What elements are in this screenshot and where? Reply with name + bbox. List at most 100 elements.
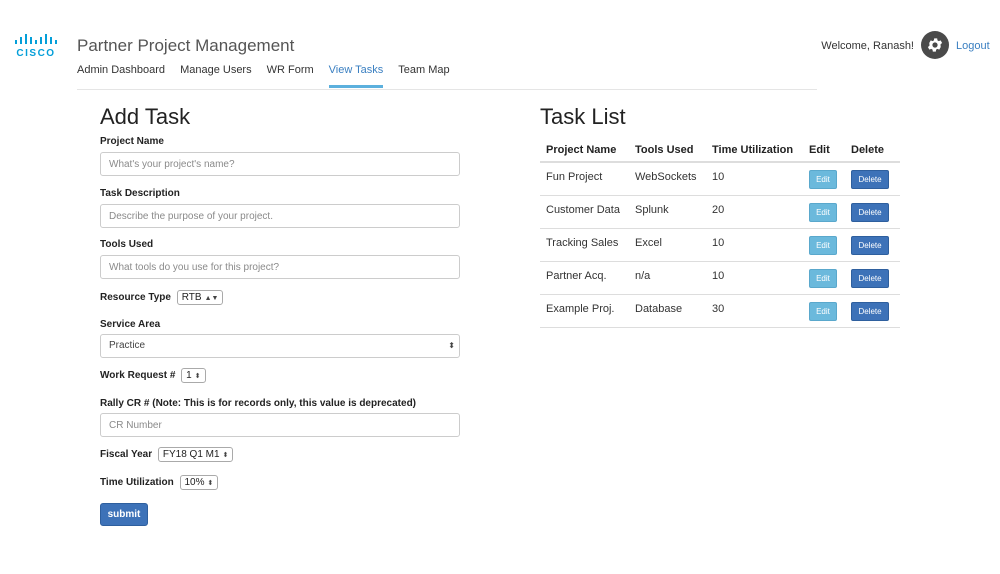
cell-project: Fun Project <box>540 162 629 196</box>
cisco-bars-icon <box>15 34 57 44</box>
col-delete: Delete <box>845 138 900 163</box>
cell-project: Customer Data <box>540 195 629 229</box>
select-arrows-icon: ⬍ <box>222 452 229 459</box>
cell-edit: Edit <box>803 261 845 295</box>
nav-view-tasks[interactable]: View Tasks <box>328 64 384 88</box>
cell-delete: Delete <box>845 228 900 262</box>
cell-delete: Delete <box>845 195 900 229</box>
fiscal-year-select[interactable]: FY18 Q1 M1 ⬍ <box>157 447 234 462</box>
task-list-title: Task List <box>540 104 626 129</box>
cell-tools: Excel <box>629 228 706 262</box>
time-utilization-row: Time Utilization 10% ⬍ <box>100 475 219 490</box>
resource-type-label: Resource Type <box>100 292 171 304</box>
col-edit: Edit <box>803 138 845 163</box>
tools-used-label: Tools Used <box>100 239 154 250</box>
col-project-name: Project Name <box>540 138 629 163</box>
cell-project: Example Proj. <box>540 294 629 328</box>
task-list-panel: Task List Project Name Tools Used Time U… <box>540 104 902 328</box>
cell-project: Partner Acq. <box>540 261 629 295</box>
select-arrows-icon: ⬍ <box>194 373 201 380</box>
settings-button[interactable] <box>921 31 949 59</box>
task-description-input[interactable] <box>100 204 460 228</box>
task-description-label: Task Description <box>100 188 180 199</box>
edit-button[interactable]: Edit <box>809 202 837 222</box>
work-request-row: Work Request # 1 ⬍ <box>100 368 206 383</box>
nav-manage-users[interactable]: Manage Users <box>180 64 252 88</box>
cell-edit: Edit <box>803 294 845 328</box>
cell-tools: Splunk <box>629 195 706 229</box>
cell-delete: Delete <box>845 162 900 196</box>
logout-link[interactable]: Logout <box>956 40 990 52</box>
time-utilization-value: 10% <box>184 477 205 488</box>
add-task-title: Add Task <box>100 104 191 129</box>
cell-edit: Edit <box>803 228 845 262</box>
cell-delete: Delete <box>845 294 900 328</box>
cell-edit: Edit <box>803 162 845 196</box>
cell-tools: n/a <box>629 261 706 295</box>
resource-type-select[interactable]: RTB ▲︎▼︎ <box>176 290 224 305</box>
cell-time: 10 <box>706 162 803 196</box>
tools-used-input[interactable] <box>100 255 460 279</box>
cell-time: 20 <box>706 195 803 229</box>
service-area-label: Service Area <box>100 319 161 330</box>
delete-button[interactable]: Delete <box>851 301 889 321</box>
welcome-message: Welcome, Ranash! <box>821 40 914 52</box>
cell-tools: WebSockets <box>629 162 706 196</box>
cell-time: 10 <box>706 261 803 295</box>
delete-button[interactable]: Delete <box>851 268 889 288</box>
col-tools-used: Tools Used <box>629 138 706 163</box>
service-area-select[interactable]: Practice ⬍ <box>100 334 460 358</box>
cell-tools: Database <box>629 294 706 328</box>
rally-cr-input[interactable] <box>100 413 460 437</box>
delete-button[interactable]: Delete <box>851 170 889 189</box>
cell-time: 30 <box>706 294 803 328</box>
resource-type-value: RTB <box>181 292 202 303</box>
work-request-value: 1 <box>186 370 192 381</box>
logo-text: CISCO <box>16 48 56 59</box>
delete-button[interactable]: Delete <box>851 202 889 222</box>
resource-type-row: Resource Type RTB ▲︎▼︎ <box>100 290 224 305</box>
table-row: Example Proj. Database 30 Edit Delete <box>540 294 900 328</box>
col-time-utilization: Time Utilization <box>706 138 803 163</box>
table-row: Fun Project WebSockets 10 Edit Delete <box>540 162 900 196</box>
edit-button[interactable]: Edit <box>809 301 837 321</box>
delete-button[interactable]: Delete <box>851 235 889 255</box>
app-header: CISCO Partner Project Management Admin D… <box>0 0 1000 92</box>
table-header-row: Project Name Tools Used Time Utilization… <box>540 138 900 163</box>
select-arrows-icon: ⬍ <box>207 480 214 487</box>
fiscal-year-value: FY18 Q1 M1 <box>162 449 220 460</box>
nav-team-map[interactable]: Team Map <box>398 64 449 88</box>
cell-project: Tracking Sales <box>540 228 629 262</box>
edit-button[interactable]: Edit <box>809 170 837 189</box>
time-utilization-select[interactable]: 10% ⬍ <box>179 475 219 490</box>
work-request-label: Work Request # <box>100 370 176 382</box>
cisco-logo[interactable]: CISCO <box>14 34 58 60</box>
project-name-input[interactable] <box>100 152 460 176</box>
select-arrows-icon: ⬍ <box>448 341 455 350</box>
fiscal-year-label: Fiscal Year <box>100 449 153 461</box>
cell-time: 10 <box>706 228 803 262</box>
select-arrows-icon: ▲︎▼︎ <box>204 295 219 302</box>
fiscal-year-row: Fiscal Year FY18 Q1 M1 ⬍ <box>100 447 234 462</box>
cell-edit: Edit <box>803 195 845 229</box>
add-task-form: Add Task Project Name Task Description T… <box>100 104 462 526</box>
nav-admin-dashboard[interactable]: Admin Dashboard <box>77 64 165 88</box>
table-row: Partner Acq. n/a 10 Edit Delete <box>540 261 900 295</box>
time-utilization-label: Time Utilization <box>100 477 174 489</box>
table-row: Customer Data Splunk 20 Edit Delete <box>540 195 900 229</box>
service-area-value: Practice <box>109 340 146 351</box>
app-title: Partner Project Management <box>77 36 295 55</box>
rally-cr-label: Rally CR # (Note: This is for records on… <box>100 398 417 409</box>
nav-wr-form[interactable]: WR Form <box>267 64 314 88</box>
gear-icon <box>927 38 943 52</box>
table-row: Tracking Sales Excel 10 Edit Delete <box>540 228 900 262</box>
cell-delete: Delete <box>845 261 900 295</box>
main-nav: Admin Dashboard Manage Users WR Form Vie… <box>77 64 465 90</box>
header-divider <box>77 89 817 90</box>
edit-button[interactable]: Edit <box>809 235 837 255</box>
edit-button[interactable]: Edit <box>809 268 837 288</box>
submit-button[interactable]: submit <box>100 503 148 526</box>
task-table: Project Name Tools Used Time Utilization… <box>540 138 900 328</box>
work-request-select[interactable]: 1 ⬍ <box>181 368 206 383</box>
project-name-label: Project Name <box>100 136 164 147</box>
